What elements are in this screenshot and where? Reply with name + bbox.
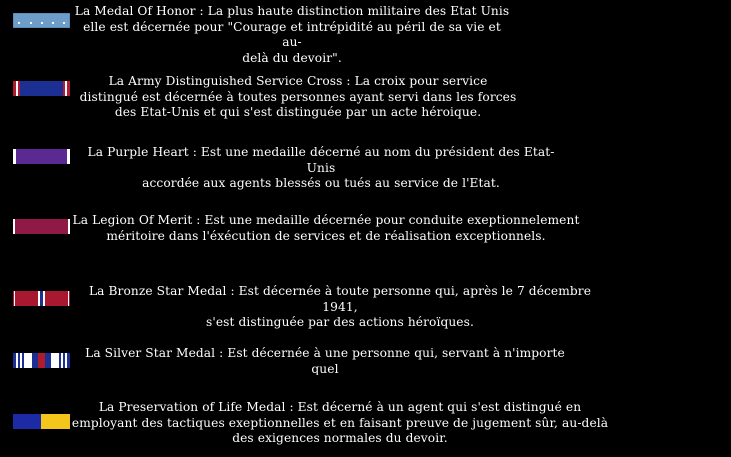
medal-of-honor-ribbon-icon — [13, 13, 70, 28]
medal-description: La Purple Heart : Est une medaille décer… — [87, 145, 555, 190]
medal-description: La Silver Star Medal : Est décernée à un… — [85, 346, 565, 375]
medal-description: La Bronze Star Medal : Est décernée à to… — [88, 284, 592, 329]
bronze-star-ribbon-icon — [13, 291, 70, 306]
medal-description: La Medal Of Honor : La plus haute distin… — [74, 4, 510, 65]
silver-star-ribbon-icon — [13, 353, 70, 368]
purple-heart-ribbon-icon — [13, 149, 70, 164]
preservation-of-life-ribbon-icon — [13, 414, 70, 429]
medal-description: La Legion Of Merit : Est une medaille dé… — [72, 213, 580, 243]
distinguished-service-cross-ribbon-icon — [13, 81, 70, 96]
medal-description: La Army Distinguished Service Cross : La… — [79, 74, 517, 119]
medal-description: La Preservation of Life Medal : Est déce… — [71, 400, 609, 445]
legion-of-merit-ribbon-icon — [13, 219, 70, 234]
